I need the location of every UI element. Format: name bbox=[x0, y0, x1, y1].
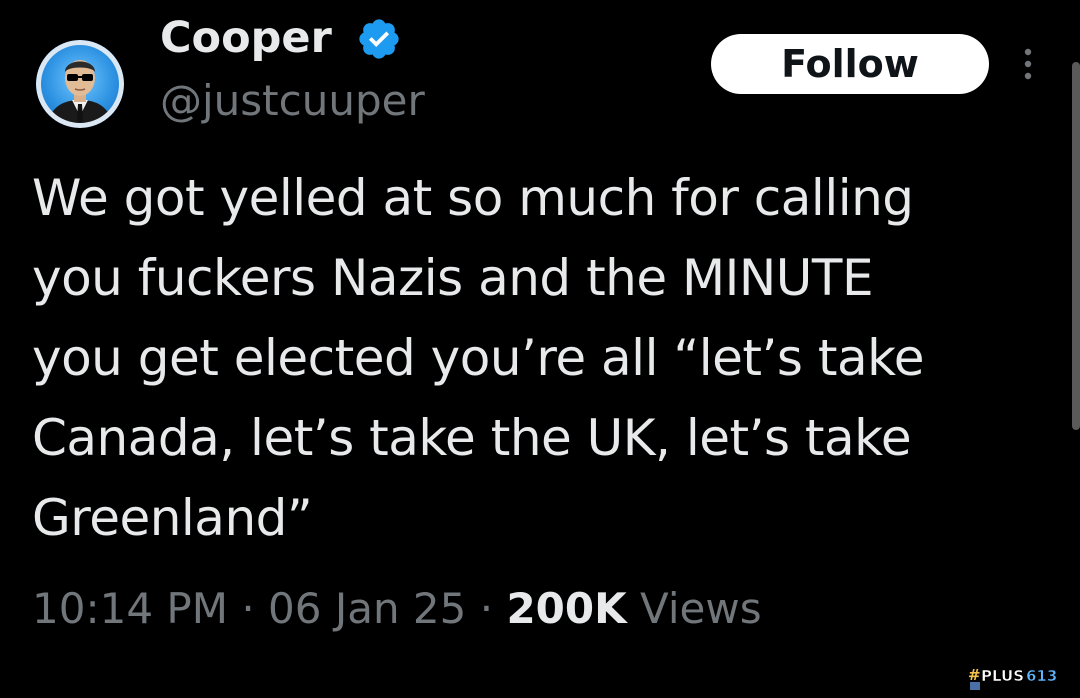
author-avatar[interactable] bbox=[36, 40, 124, 128]
author-display-name[interactable]: Cooper bbox=[160, 10, 332, 66]
tweet-time[interactable]: 10:14 PM bbox=[32, 584, 228, 633]
views-count[interactable]: 200K bbox=[506, 584, 626, 633]
views-label: Views bbox=[640, 584, 762, 633]
avatar-ring bbox=[36, 40, 124, 128]
svg-text:613: 613 bbox=[1026, 667, 1057, 685]
svg-text:#: # bbox=[968, 666, 981, 684]
tweet-date[interactable]: 06 Jan 25 bbox=[268, 584, 466, 633]
meta-separator: · bbox=[479, 584, 494, 633]
plus613-watermark-logo: # PLUS 613 bbox=[968, 666, 1058, 690]
svg-text:PLUS: PLUS bbox=[981, 667, 1024, 685]
tweet-text: We got yelled at so much for calling you… bbox=[32, 169, 925, 547]
verified-badge-icon bbox=[359, 19, 399, 59]
meta-separator: · bbox=[241, 584, 255, 633]
tweet-meta: 10:14 PM · 06 Jan 25 · 200K Views bbox=[32, 580, 762, 638]
more-options-icon[interactable] bbox=[1016, 46, 1040, 86]
follow-button[interactable]: Follow bbox=[711, 34, 989, 94]
scrollbar[interactable] bbox=[1072, 62, 1080, 430]
tweet-card: Cooper @justcuuper Follow We got yelled … bbox=[0, 0, 1080, 698]
author-handle[interactable]: @justcuuper bbox=[160, 74, 425, 128]
